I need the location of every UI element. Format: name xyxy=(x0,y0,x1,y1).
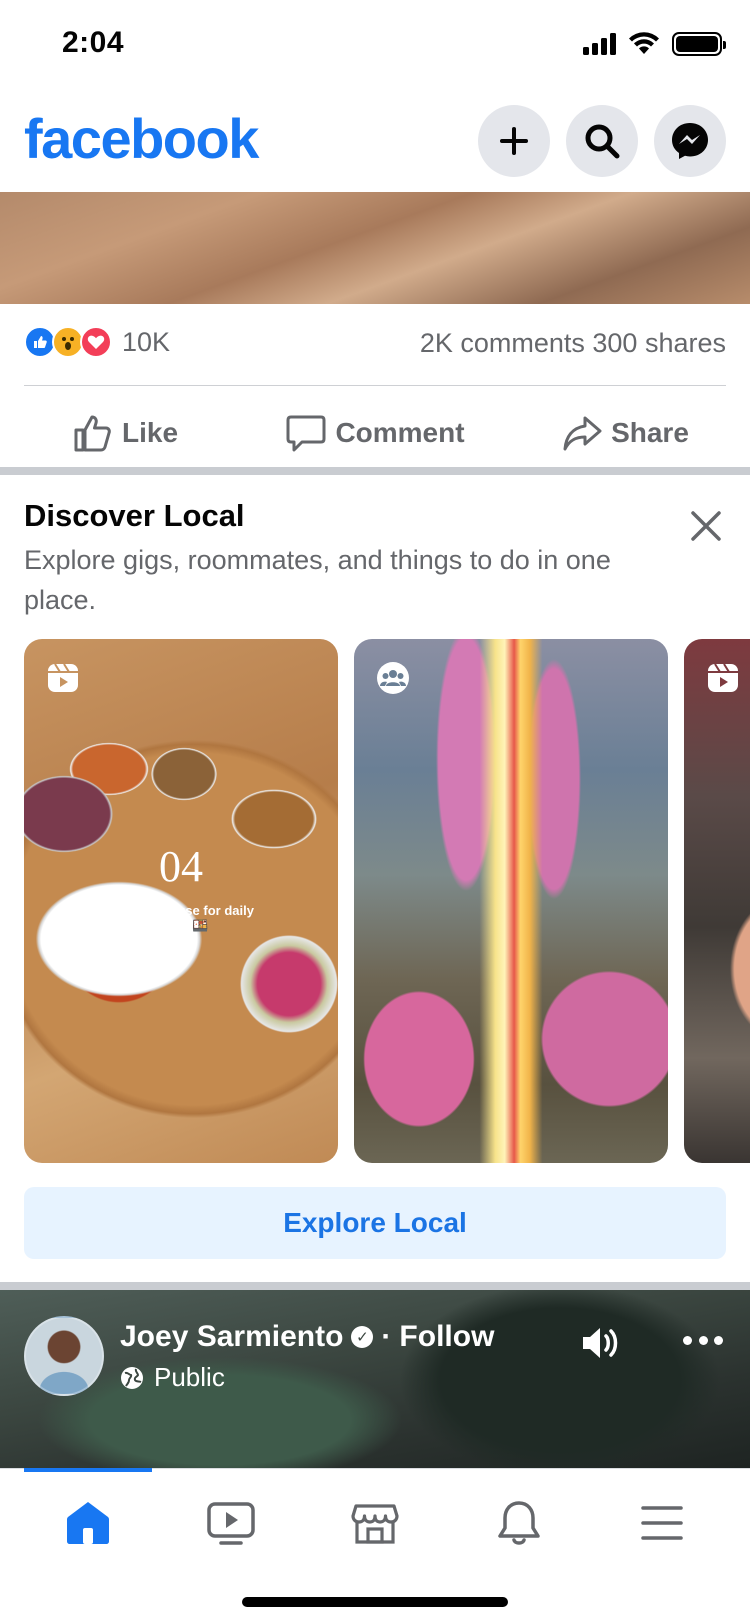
more-options-button[interactable] xyxy=(683,1330,723,1350)
close-button[interactable] xyxy=(686,506,726,546)
audience-label: Public xyxy=(154,1362,225,1392)
like-label: Like xyxy=(121,417,179,448)
comment-label: Comment xyxy=(335,417,465,448)
status-bar: 2:04 xyxy=(0,0,750,92)
nav-menu[interactable] xyxy=(630,1491,694,1555)
nav-video[interactable] xyxy=(199,1491,263,1555)
share-icon xyxy=(563,416,602,451)
discover-subtitle: Explore gigs, roommates, and things to d… xyxy=(24,545,611,615)
reactions-summary[interactable]: 10K xyxy=(24,326,170,358)
comment-icon xyxy=(286,415,326,452)
separator-dot: · xyxy=(381,1320,392,1353)
post-audience: Public xyxy=(120,1362,225,1393)
facebook-logo[interactable]: facebook xyxy=(24,106,259,171)
nav-home[interactable] xyxy=(56,1491,120,1555)
card-overlay-caption: Made in House for daily bento 🍱 xyxy=(108,903,254,933)
reaction-count: 10K xyxy=(122,326,171,357)
messenger-icon xyxy=(672,123,708,159)
messenger-button[interactable] xyxy=(654,105,726,177)
globe-icon xyxy=(121,1366,143,1389)
status-time: 2:04 xyxy=(62,26,125,59)
video-post[interactable]: Joey Sarmiento ✓ · Follow Public xyxy=(0,1290,750,1468)
post-image[interactable] xyxy=(0,192,750,304)
discover-card-food[interactable]: 04 Made in House for daily bento 🍱 xyxy=(24,639,338,1163)
discover-carousel[interactable]: 04 Made in House for daily bento 🍱 xyxy=(24,639,750,1163)
feed-separator xyxy=(0,1282,750,1290)
search-icon xyxy=(585,124,620,159)
discover-title: Discover Local xyxy=(24,498,245,533)
engagement-counts[interactable]: 2K comments 300 shares xyxy=(420,328,726,359)
avatar[interactable] xyxy=(24,1316,104,1396)
like-button[interactable]: Like xyxy=(0,400,250,466)
post-author-row: Joey Sarmiento ✓ · Follow xyxy=(120,1320,494,1354)
follow-link[interactable]: Follow xyxy=(399,1320,494,1354)
author-name[interactable]: Joey Sarmiento xyxy=(120,1320,343,1354)
marketplace-icon xyxy=(351,1504,399,1544)
video-icon xyxy=(207,1502,255,1545)
close-icon xyxy=(691,511,721,541)
verified-badge-icon: ✓ xyxy=(351,1326,374,1348)
card-overlay-number: 04 xyxy=(159,842,203,891)
reels-icon xyxy=(708,663,738,692)
discover-card-partial[interactable] xyxy=(684,639,750,1163)
create-post-button[interactable] xyxy=(478,105,550,177)
search-button[interactable] xyxy=(566,105,638,177)
share-label: Share xyxy=(611,417,689,448)
discover-card-city[interactable] xyxy=(354,639,668,1163)
nav-notifications[interactable] xyxy=(487,1491,551,1555)
bell-icon xyxy=(498,1501,540,1545)
wifi-icon xyxy=(629,32,659,54)
battery-icon xyxy=(672,32,726,56)
home-icon xyxy=(67,1502,109,1544)
nav-marketplace[interactable] xyxy=(343,1491,407,1555)
active-tab-indicator xyxy=(24,1468,152,1472)
plus-icon xyxy=(500,127,528,155)
home-indicator[interactable] xyxy=(242,1597,508,1607)
feed-separator xyxy=(0,467,750,475)
post-action-bar: Like Comment Share xyxy=(0,400,750,466)
comment-button[interactable]: Comment xyxy=(250,400,500,466)
cellular-signal-icon xyxy=(583,33,616,55)
app-header: facebook xyxy=(0,92,750,192)
thumbs-up-icon xyxy=(74,415,111,452)
status-icons xyxy=(583,32,726,56)
share-button[interactable]: Share xyxy=(500,400,750,466)
groups-icon xyxy=(377,662,409,694)
reels-icon xyxy=(48,663,78,692)
explore-local-button[interactable]: Explore Local xyxy=(24,1187,726,1259)
volume-icon[interactable] xyxy=(578,1320,624,1366)
hamburger-menu-icon xyxy=(641,1506,683,1540)
love-reaction-icon xyxy=(80,326,112,358)
bottom-nav xyxy=(0,1468,750,1624)
divider xyxy=(24,385,726,386)
